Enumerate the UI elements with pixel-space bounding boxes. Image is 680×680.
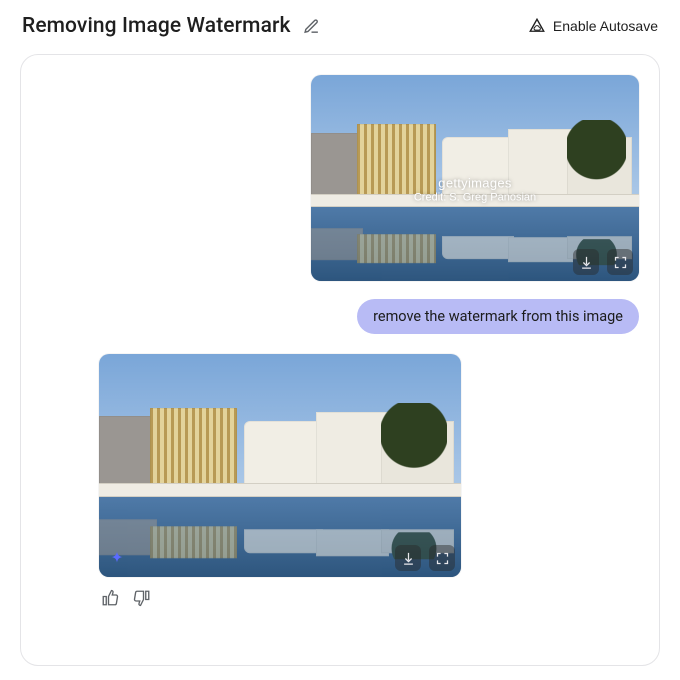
title-wrap: Removing Image Watermark <box>22 14 322 38</box>
autosave-label: Enable Autosave <box>553 18 658 34</box>
user-message-bubble: remove the watermark from this image <box>357 299 639 334</box>
expand-icon <box>435 551 450 566</box>
assistant-image-row <box>35 346 645 581</box>
thumbs-up-icon <box>101 589 119 607</box>
assistant-output-image[interactable] <box>99 354 461 577</box>
thumbs-down-icon <box>133 589 151 607</box>
expand-image-button[interactable] <box>607 249 633 275</box>
thumbs-down-button[interactable] <box>131 587 153 612</box>
sparkle-icon <box>108 550 126 568</box>
enable-autosave-button[interactable]: Enable Autosave <box>528 17 658 35</box>
header: Removing Image Watermark Enable Autosave <box>0 0 680 48</box>
expand-icon <box>613 255 628 270</box>
download-icon <box>579 255 594 270</box>
conversation-card: gettyimages Credit: S. Greg Panosian rem… <box>20 54 660 666</box>
pencil-icon <box>303 18 320 35</box>
ai-generated-badge <box>107 549 127 569</box>
download-image-button[interactable] <box>573 249 599 275</box>
thumbs-up-button[interactable] <box>99 587 121 612</box>
image-actions <box>573 249 633 275</box>
download-icon <box>401 551 416 566</box>
user-uploaded-image[interactable]: gettyimages Credit: S. Greg Panosian <box>311 75 639 281</box>
page-title: Removing Image Watermark <box>22 14 291 38</box>
expand-image-button[interactable] <box>429 545 455 571</box>
edit-title-button[interactable] <box>301 16 322 37</box>
image-actions <box>395 545 455 571</box>
feedback-row <box>99 587 645 612</box>
cloud-autosave-icon <box>528 17 546 35</box>
user-image-row: gettyimages Credit: S. Greg Panosian <box>35 71 645 291</box>
download-image-button[interactable] <box>395 545 421 571</box>
user-message-row: remove the watermark from this image <box>35 291 645 346</box>
